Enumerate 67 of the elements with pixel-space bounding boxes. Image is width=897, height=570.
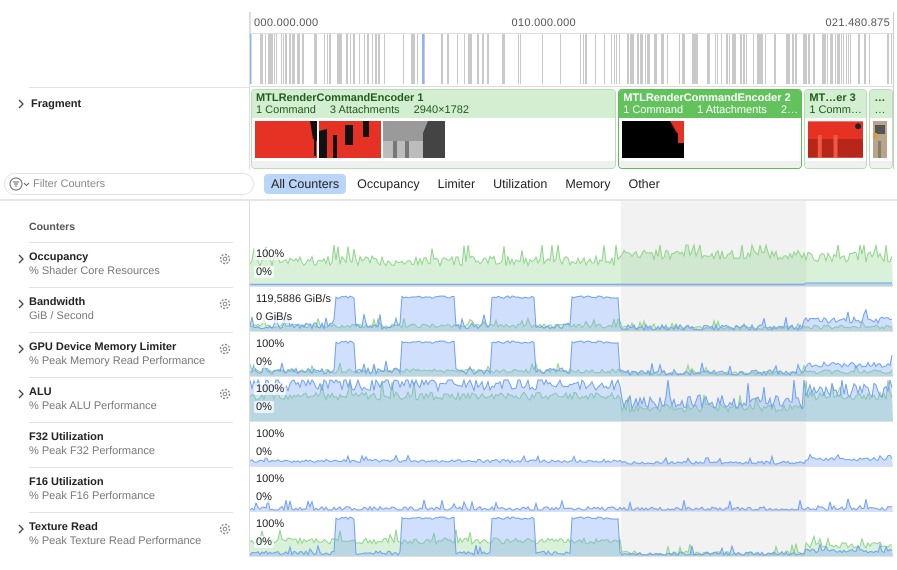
time-tick-label: 010.000.000 [510,16,577,31]
axis-min-label: 0% [254,266,274,278]
time-tick-label: 000.000.000 [253,16,320,31]
column-header: Counters [29,220,76,232]
filter-tab[interactable]: All Counters [264,174,346,194]
counter-unit: % Peak ALU Performance [29,400,158,412]
axis-min-label: 0 GiB/s [254,311,294,323]
counter-name: GPU Device Memory Limiter [29,341,178,353]
encoder-title: MTLRenderCommandEncoder 2 [623,92,792,104]
filter-menu-icon[interactable] [9,177,31,191]
encoder-title: MT…er 3 [809,92,857,104]
settings-icon[interactable] [219,343,231,355]
encoder-block[interactable]: … … [869,89,893,169]
encoder-title: MTLRenderCommandEncoder 1 [256,92,424,104]
counter-name: Occupancy [29,251,90,263]
counter-unit: % Peak F16 Performance [29,490,156,502]
encoder-detail: 3 Attachments [330,104,400,116]
axis-max-label: 100% [254,338,286,350]
settings-icon[interactable] [219,298,231,310]
counter-name: F16 Utilization [29,476,105,488]
track-label: Fragment [31,98,82,110]
settings-icon[interactable] [219,523,231,535]
filter-tab[interactable]: Limiter [430,174,482,194]
chevron-icon[interactable] [17,344,25,354]
axis-min-label: 0% [254,401,274,413]
settings-icon[interactable] [219,253,231,265]
encoder-title: … [874,92,886,104]
counter-unit: % Shader Core Resources [29,265,161,277]
filter-tab[interactable]: Other [621,174,667,194]
axis-min-label: 0% [254,536,274,548]
counter-unit: % Peak F32 Performance [29,445,156,457]
filter-tab[interactable]: Utilization [486,174,554,194]
chevron-icon[interactable] [17,524,25,534]
axis-max-label: 100% [254,473,286,485]
encoder-detail: … [874,104,886,116]
encoder-detail: 1 Command [256,104,316,116]
settings-icon[interactable] [219,388,231,400]
chevron-icon[interactable] [17,254,25,264]
filter-tab[interactable]: Memory [558,174,618,194]
counter-name: Bandwidth [29,296,86,308]
time-tick-label: 021.480.875 [824,16,891,31]
axis-max-label: 100% [254,428,286,440]
counter-unit: GiB / Second [29,310,95,322]
axis-max-label: 100% [254,518,286,530]
encoder-block[interactable]: MT…er 3 1 Comm… [804,89,868,169]
chevron-icon[interactable] [17,99,25,109]
axis-min-label: 0% [254,491,274,503]
counter-name: ALU [29,386,53,398]
encoder-detail: 1 Comm… [809,104,862,116]
encoder-detail: 1 Command [623,104,684,116]
axis-max-label: 100% [254,383,286,395]
axis-min-label: 0% [254,446,274,458]
axis-max-label: 100% [254,248,286,260]
encoder-block[interactable]: MTLRenderCommandEncoder 1 1 Command 3 Attachments 2940×1782 [251,89,616,169]
encoder-detail: 2… [780,104,798,116]
encoder-detail: 2940×1782 [414,104,470,116]
axis-min-label: 0% [254,356,274,368]
filter-field[interactable]: Filter Counters [4,173,254,195]
axis-max-label: 119,5886 GiB/s [254,293,334,305]
filter-tab[interactable]: Occupancy [350,174,427,194]
chevron-icon[interactable] [17,299,25,309]
counter-name: Texture Read [29,521,99,533]
chevron-icon[interactable] [17,389,25,399]
counter-unit: % Peak Texture Read Performance [29,535,202,547]
counter-unit: % Peak Memory Read Performance [29,355,206,367]
encoder-detail: 1 Attachments [697,104,767,116]
counter-name: F32 Utilization [29,431,105,443]
